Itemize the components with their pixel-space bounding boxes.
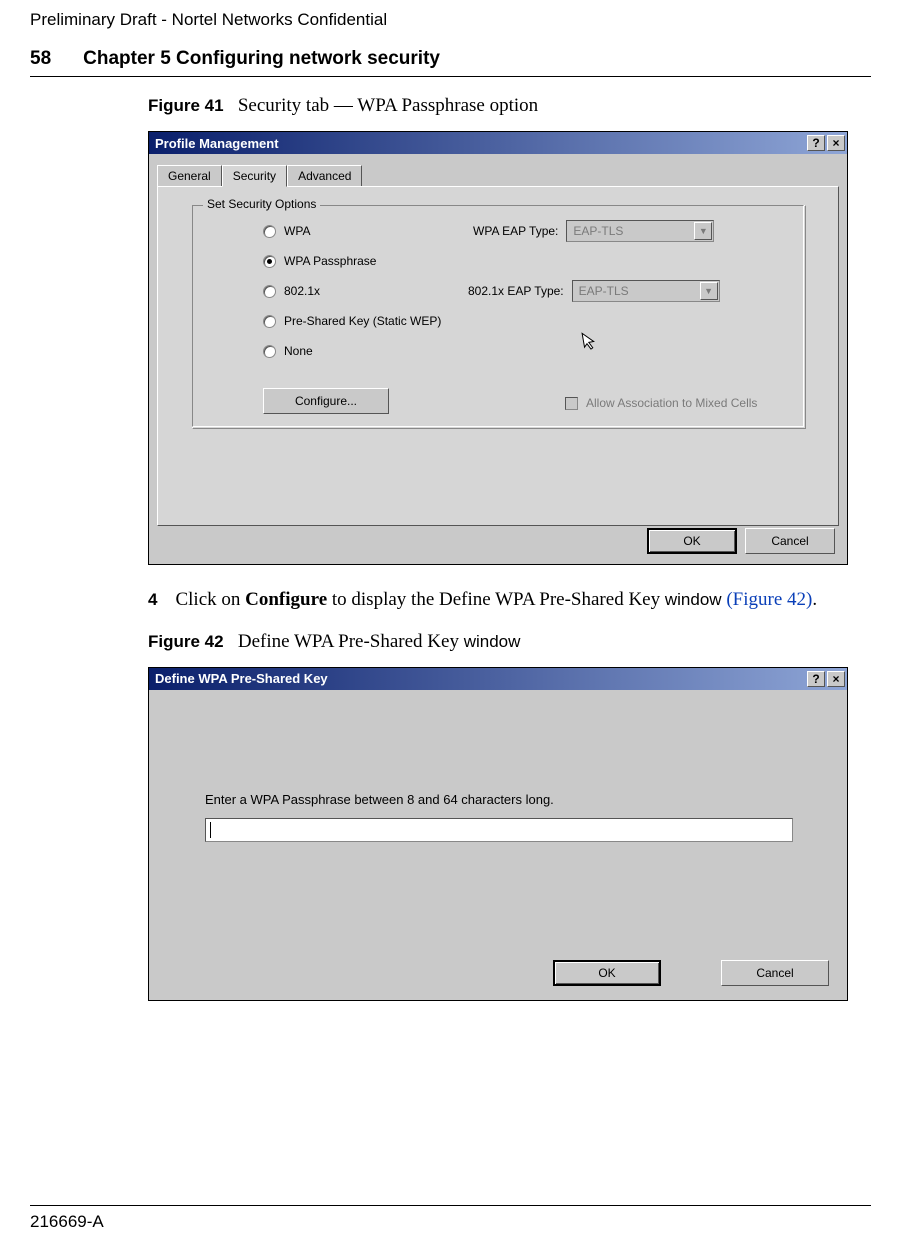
- 8021x-eap-value: EAP-TLS: [579, 284, 629, 298]
- dlg1-body: General Security Advanced Set Security O…: [149, 154, 847, 564]
- footer: 216669-A: [30, 1205, 871, 1232]
- passphrase-instruction: Enter a WPA Passphrase between 8 and 64 …: [205, 792, 554, 807]
- dlg2-body: Enter a WPA Passphrase between 8 and 64 …: [149, 690, 847, 1000]
- chevron-down-icon: ▼: [694, 222, 712, 240]
- step-4-link[interactable]: (Figure 42): [726, 589, 812, 610]
- page-number: 58: [30, 48, 51, 70]
- cancel-button[interactable]: Cancel: [721, 960, 829, 986]
- close-button[interactable]: ×: [827, 671, 845, 687]
- text-caret-icon: [210, 822, 211, 838]
- tab-panel: Set Security Options WPA WPA Passphrase …: [157, 186, 839, 526]
- figure-42-win: window: [464, 632, 521, 651]
- radio-wpa-label: WPA: [284, 224, 310, 238]
- chevron-down-icon: ▼: [700, 282, 718, 300]
- configure-button[interactable]: Configure...: [263, 388, 389, 414]
- radio-dot-selected-icon: [263, 255, 276, 268]
- radio-dot-icon: [263, 345, 276, 358]
- tabstrip: General Security Advanced: [157, 162, 839, 186]
- radio-8021x-label: 802.1x: [284, 284, 320, 298]
- define-wpa-psk-dialog: Define WPA Pre-Shared Key ? × Enter a WP…: [148, 667, 848, 1001]
- figure-41-num: Figure 41: [148, 96, 224, 115]
- allow-mixed-checkbox[interactable]: Allow Association to Mixed Cells: [565, 396, 757, 410]
- tab-security[interactable]: Security: [222, 165, 287, 187]
- radio-none[interactable]: None: [263, 344, 313, 358]
- cancel-button[interactable]: Cancel: [745, 528, 835, 554]
- figure-42-text: Define WPA Pre-Shared Key: [238, 631, 464, 652]
- passphrase-input[interactable]: [205, 818, 793, 842]
- ok-button[interactable]: OK: [553, 960, 661, 986]
- radio-psk[interactable]: Pre-Shared Key (Static WEP): [263, 314, 441, 328]
- ok-label: OK: [598, 966, 615, 980]
- help-button[interactable]: ?: [807, 135, 825, 151]
- close-button[interactable]: ×: [827, 135, 845, 151]
- help-button[interactable]: ?: [807, 671, 825, 687]
- checkbox-icon: [565, 397, 578, 410]
- radio-psk-label: Pre-Shared Key (Static WEP): [284, 314, 441, 328]
- step-4-pre: Click on: [175, 589, 245, 610]
- ok-label: OK: [683, 534, 700, 548]
- 8021x-eap-type-row: 802.1x EAP Type: EAP-TLS ▼: [468, 280, 720, 302]
- wpa-eap-label: WPA EAP Type:: [473, 224, 558, 238]
- dlg1-titlebar: Profile Management ? ×: [149, 132, 847, 154]
- cancel-label: Cancel: [771, 534, 808, 548]
- step-4-mid: to display the Define WPA Pre-Shared Key: [327, 589, 665, 610]
- wpa-eap-type-row: WPA EAP Type: EAP-TLS ▼: [473, 220, 714, 242]
- dlg2-titlebar: Define WPA Pre-Shared Key ? ×: [149, 668, 847, 690]
- wpa-eap-combo[interactable]: EAP-TLS ▼: [566, 220, 714, 242]
- security-options-group: Set Security Options WPA WPA Passphrase …: [192, 205, 806, 429]
- step-4-dot: .: [812, 589, 817, 610]
- confidential-header: Preliminary Draft - Nortel Networks Conf…: [30, 10, 871, 30]
- figure-41-caption: Figure 41 Security tab — WPA Passphrase …: [148, 95, 871, 117]
- 8021x-eap-combo[interactable]: EAP-TLS ▼: [572, 280, 720, 302]
- group-label: Set Security Options: [203, 197, 320, 211]
- radio-wpa-passphrase[interactable]: WPA Passphrase: [263, 254, 376, 268]
- profile-management-dialog: Profile Management ? × General Security …: [148, 131, 848, 565]
- dlg2-button-row: OK Cancel: [553, 960, 829, 986]
- dlg1-button-row: OK Cancel: [647, 528, 835, 554]
- figure-41-text: Security tab — WPA Passphrase option: [238, 95, 538, 116]
- radio-dot-icon: [263, 315, 276, 328]
- step-4-bold: Configure: [245, 589, 327, 610]
- ok-button[interactable]: OK: [647, 528, 737, 554]
- configure-label: Configure...: [295, 394, 357, 408]
- radio-dot-icon: [263, 285, 276, 298]
- allow-mixed-label: Allow Association to Mixed Cells: [586, 396, 757, 410]
- page-header: 58 Chapter 5 Configuring network securit…: [30, 48, 871, 77]
- figure-42-num: Figure 42: [148, 632, 224, 651]
- radio-8021x[interactable]: 802.1x: [263, 284, 320, 298]
- 8021x-eap-label: 802.1x EAP Type:: [468, 284, 564, 298]
- radio-wpa[interactable]: WPA: [263, 224, 310, 238]
- step-4-num: 4: [148, 590, 157, 609]
- step-4-win: window: [665, 590, 722, 609]
- radio-none-label: None: [284, 344, 313, 358]
- step-4-text: 4 Click on Configure to display the Defin…: [148, 587, 831, 613]
- tab-general[interactable]: General: [157, 165, 222, 186]
- dlg2-title: Define WPA Pre-Shared Key: [155, 671, 805, 686]
- radio-wpa-pass-label: WPA Passphrase: [284, 254, 376, 268]
- dlg1-title: Profile Management: [155, 136, 805, 151]
- tab-advanced[interactable]: Advanced: [287, 165, 362, 186]
- figure-42-caption: Figure 42 Define WPA Pre-Shared Key wind…: [148, 631, 871, 653]
- wpa-eap-value: EAP-TLS: [573, 224, 623, 238]
- doc-id: 216669-A: [30, 1212, 104, 1231]
- cancel-label: Cancel: [756, 966, 793, 980]
- radio-dot-icon: [263, 225, 276, 238]
- chapter-title: Chapter 5 Configuring network security: [83, 48, 440, 70]
